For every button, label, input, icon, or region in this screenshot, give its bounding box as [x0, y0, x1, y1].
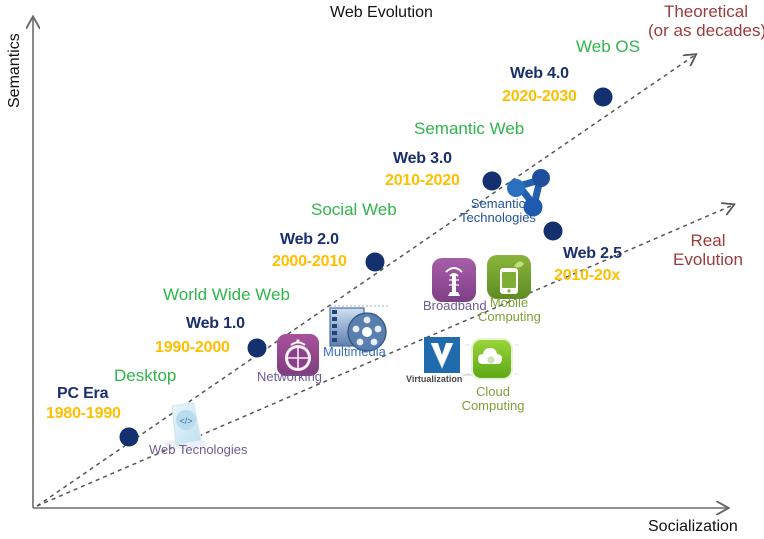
tech-label-networking: Networking: [257, 369, 323, 384]
theoretical-annotation-line1: Theoretical: [663, 2, 749, 21]
chart-canvas: </>: [0, 0, 764, 539]
tech-label-semantic-line2: Technologies: [460, 209, 536, 225]
mobile-phone-icon: [487, 255, 531, 299]
milestone-name-web-2: Web 2.0: [280, 231, 339, 248]
x-axis-label: Socialization: [648, 518, 738, 535]
data-point-pc-era: [119, 427, 139, 447]
data-point-web-3: [482, 171, 502, 191]
real-evolution-line2: Evolution: [673, 250, 743, 270]
milestone-theme-web-1: World Wide Web: [163, 285, 290, 304]
tech-label-multimedia: Multimedia: [323, 344, 386, 359]
tech-label-cloud-computing: Cloud Computing: [460, 385, 526, 412]
real-evolution-annotation: Real Evolution: [663, 231, 753, 269]
milestone-theme-web-3: Semantic Web: [414, 119, 525, 138]
milestone-years-web-4: 2020-2030: [502, 88, 577, 105]
tech-label-cloud-line1: Cloud: [476, 384, 510, 399]
tech-label-mobile-line2: Computing: [478, 308, 541, 324]
page-title: Web Evolution: [330, 4, 433, 21]
milestone-theme-web-4: Web OS: [576, 37, 640, 56]
milestone-name-web-3: Web 3.0: [393, 150, 452, 167]
milestone-name-web-4: Web 4.0: [510, 65, 569, 82]
tech-label-virtualization: Virtualization: [406, 374, 463, 384]
web-evolution-diagram: </> Web Evolution Semantics Socializatio…: [0, 0, 764, 539]
milestone-name-pc-era: PC Era: [57, 385, 109, 402]
milestone-years-web-1: 1990-2000: [155, 339, 230, 356]
tech-label-mobile-line1: Mobile: [489, 295, 529, 310]
milestone-years-web-2: 2000-2010: [272, 253, 347, 270]
milestone-name-web-25: Web 2.5: [563, 245, 622, 262]
milestone-years-pc-era: 1980-1990: [46, 405, 121, 422]
data-point-web-4: [593, 87, 613, 107]
milestone-years-web-3: 2010-2020: [385, 172, 460, 189]
data-point-web-1: [247, 338, 267, 358]
tech-label-semantic-technologies: Semantic Technologies: [456, 197, 540, 224]
milestone-theme-pc-era: Desktop: [114, 366, 177, 385]
theoretical-annotation-line2: (or as decades): [648, 21, 764, 41]
svg-text:</>: </>: [179, 416, 192, 426]
milestone-name-web-1: Web 1.0: [186, 315, 245, 332]
data-point-web-2: [365, 252, 385, 272]
cloud-computing-icon: [465, 338, 519, 380]
tech-label-web-technologies: Web Tecnologies: [149, 442, 248, 457]
tech-label-semantic-line1: Semantic: [470, 196, 526, 211]
real-evolution-line1: Real: [690, 231, 726, 250]
milestone-years-web-25: 2010-20x: [554, 267, 621, 284]
milestone-theme-web-2: Social Web: [311, 200, 397, 219]
tech-label-cloud-line2: Computing: [461, 397, 525, 413]
data-point-web-25: [543, 221, 563, 241]
data-points: [119, 87, 613, 447]
y-axis-label: Semantics: [6, 33, 23, 108]
theoretical-annotation: Theoretical (or as decades): [648, 2, 764, 40]
tech-label-mobile-computing: Mobile Computing: [478, 295, 541, 324]
broadband-tower-icon: [432, 258, 476, 302]
